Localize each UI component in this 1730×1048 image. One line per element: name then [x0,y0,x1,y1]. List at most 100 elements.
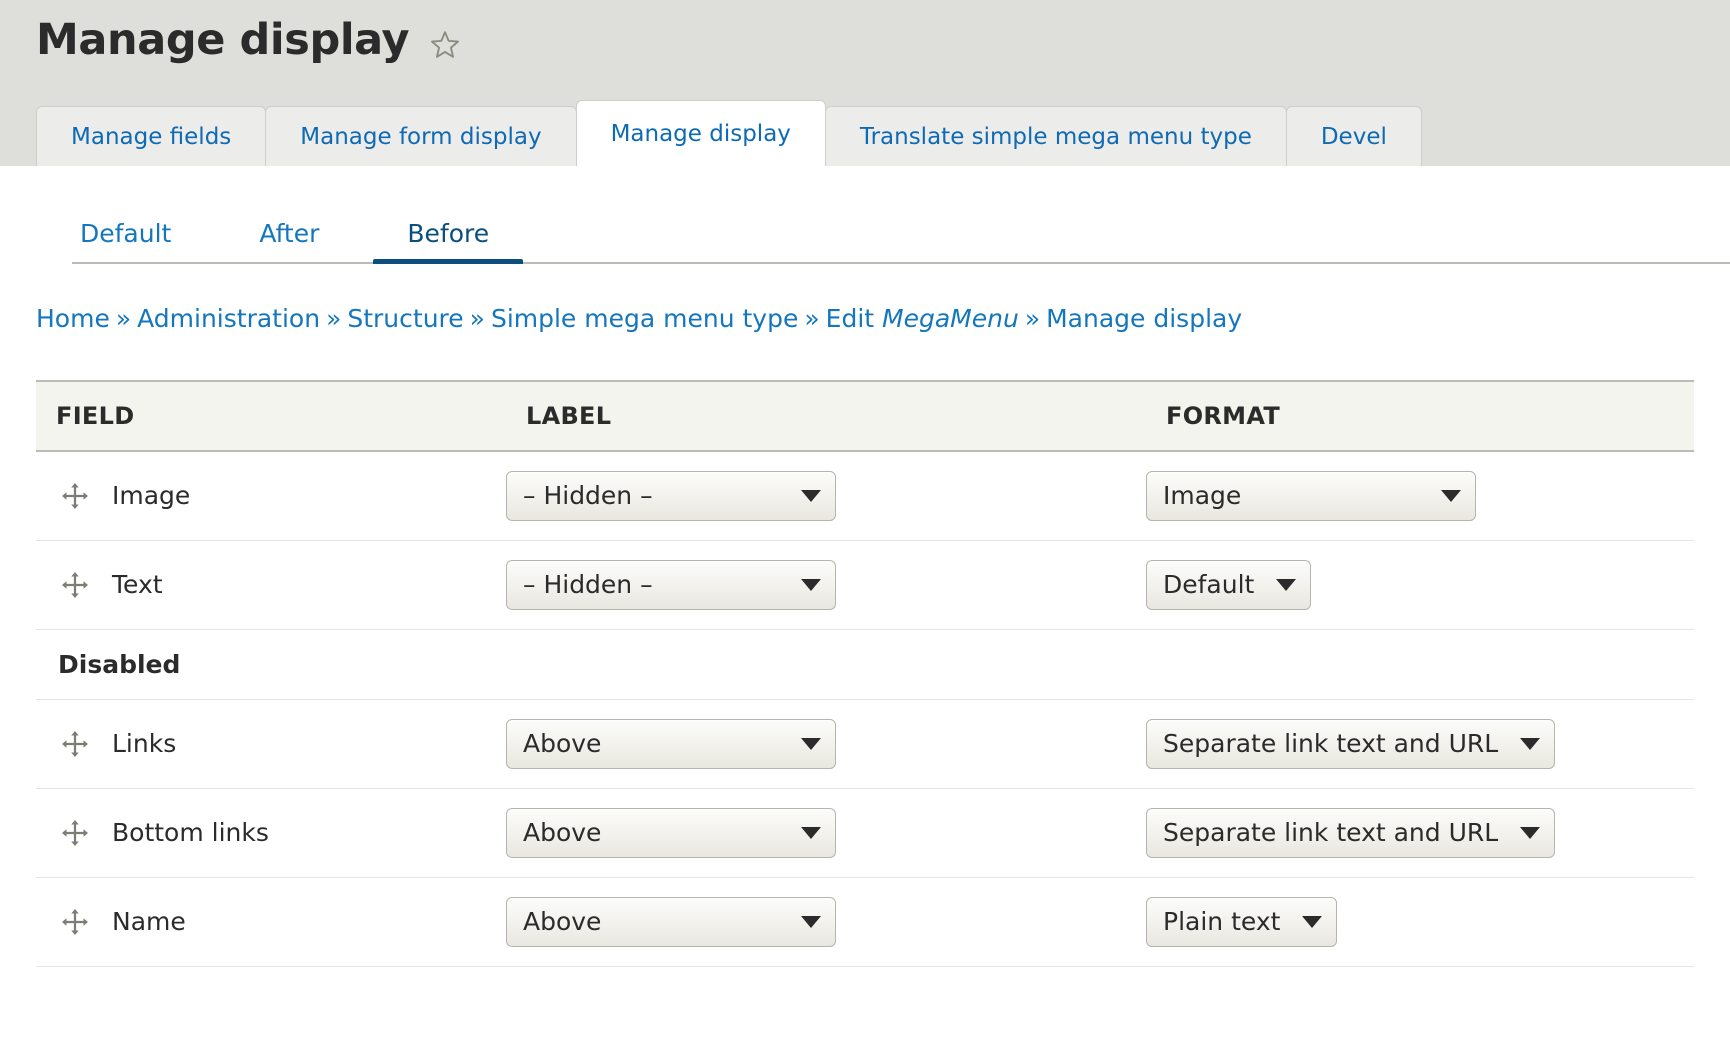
star-outline-icon[interactable] [428,28,462,66]
chevron-down-icon [801,915,821,928]
table-header: FIELD LABEL FORMAT [36,380,1694,452]
primary-tab-label: Manage display [610,120,791,147]
format-select-links[interactable]: Separate link text and URL [1146,718,1556,769]
breadcrumb-separator: » [115,304,132,333]
breadcrumb-item-0[interactable]: Home [36,304,110,333]
field-cell: Bottom links [36,788,506,878]
select-value: – Hidden – [523,570,653,599]
primary-tab-bar: Manage fields Manage form display Manage d… [0,100,1730,166]
field-label: Text [112,570,163,599]
primary-tab-manage-fields[interactable]: Manage fields [36,106,267,166]
table-body: Image – Hidden – Image Text – Hidden – Defaul… [36,451,1694,967]
move-handle-icon[interactable] [58,727,92,761]
select-value: Above [523,818,602,847]
select-value: Image [1163,481,1242,511]
label-cell: Above [506,877,1146,967]
breadcrumb-item-label: Manage display [1046,304,1243,333]
chevron-down-icon [1520,826,1541,839]
format-cell: Image [1146,451,1694,541]
table-row: Bottom links Above Separate link text and … [36,788,1694,878]
secondary-tab-after[interactable]: After [215,221,363,264]
primary-tab-manage-form-display[interactable]: Manage form display [265,106,577,166]
select-value: Separate link text and URL [1163,818,1499,847]
breadcrumb: Home» Administration» Structure» Simple meg… [0,264,1730,334]
table-section-row: Disabled [36,629,1694,700]
label-select-links[interactable]: Above [506,718,836,769]
field-cell: Name [36,877,506,967]
select-value: Separate link text and URL [1163,729,1499,758]
column-header-label: LABEL [506,380,1146,452]
table-row: Text – Hidden – Default [36,540,1694,630]
breadcrumb-item-label: Edit [825,304,883,333]
breadcrumb-item-label: Simple mega menu type [490,304,799,333]
label-cell: – Hidden – [506,540,1146,630]
label-cell: – Hidden – [506,451,1146,541]
label-select-image[interactable]: – Hidden – [506,470,836,521]
manage-display-table-wrap: FIELD LABEL FORMAT Image – Hidden – Image T… [36,380,1694,967]
field-label: Name [112,907,186,936]
secondary-tab-before[interactable]: Before [363,221,533,264]
breadcrumb-item-1[interactable]: Administration [137,304,320,333]
label-select-name[interactable]: Above [506,896,836,947]
secondary-tab-label: After [259,219,320,248]
secondary-tab-default[interactable]: Default [36,221,215,264]
primary-tab-label: Manage form display [300,123,542,150]
primary-tab-translate-simple-mega-menu-type[interactable]: Translate simple mega menu type [824,106,1287,166]
column-header-field: FIELD [36,380,506,452]
label-select-text[interactable]: – Hidden – [506,559,836,610]
secondary-tab-rule [72,262,1730,264]
field-cell: Image [36,451,506,541]
breadcrumb-separator: » [804,304,820,333]
breadcrumb-item-3[interactable]: Simple mega menu type [491,304,798,333]
secondary-tab-bar: Default After Before [0,166,1730,264]
move-handle-icon[interactable] [58,568,92,602]
field-label: Image [112,481,191,511]
breadcrumb-item-label: Home [36,304,110,333]
field-label: Bottom links [112,818,269,847]
primary-tab-devel[interactable]: Devel [1285,106,1422,166]
field-label: Links [112,729,177,758]
breadcrumb-separator: » [326,304,342,333]
select-value: Plain text [1163,907,1281,936]
section-label: Disabled [58,649,181,679]
page-title: Manage display [36,15,410,65]
field-cell: Links [36,699,506,789]
chevron-down-icon [1441,489,1461,502]
breadcrumb-item-4[interactable]: Edit MegaMenu [826,304,1019,333]
chevron-down-icon [801,737,821,750]
move-handle-icon[interactable] [58,816,92,850]
table-row: Image – Hidden – Image [36,451,1694,541]
format-select-text[interactable]: Default [1146,559,1312,610]
move-handle-icon[interactable] [58,479,92,513]
primary-tab-label: Translate simple mega menu type [859,123,1252,150]
table-row: Links Above Separate link text and URL [36,699,1694,789]
secondary-tab-label: Default [80,219,172,248]
section-cell: Disabled [36,629,1694,700]
label-cell: Above [506,788,1146,878]
format-cell: Separate link text and URL [1146,788,1694,878]
select-value: – Hidden – [523,481,653,511]
chevron-down-icon [801,489,821,502]
chevron-down-icon [801,826,821,839]
breadcrumb-item-5[interactable]: Manage display [1046,304,1242,333]
format-select-name[interactable]: Plain text [1146,896,1338,947]
chevron-down-icon [801,578,821,591]
breadcrumb-item-label: Administration [137,304,321,333]
breadcrumb-item-2[interactable]: Structure [347,304,463,333]
primary-tab-label: Devel [1320,123,1387,150]
label-select-bottom-links[interactable]: Above [506,807,836,858]
manage-display-table: FIELD LABEL FORMAT Image – Hidden – Image T… [36,380,1694,967]
format-cell: Separate link text and URL [1146,699,1694,789]
secondary-tab-label: Before [407,219,490,248]
select-value: Above [523,907,602,936]
table-row: Name Above Plain text [36,877,1694,967]
move-handle-icon[interactable] [58,905,92,939]
field-cell: Text [36,540,506,630]
page-header: Manage display [0,0,1730,100]
format-select-bottom-links[interactable]: Separate link text and URL [1146,807,1556,858]
chevron-down-icon [1302,915,1323,928]
select-value: Default [1163,570,1255,599]
format-select-image[interactable]: Image [1146,470,1476,521]
primary-tab-manage-display[interactable]: Manage display [575,100,826,166]
format-cell: Default [1146,540,1694,630]
